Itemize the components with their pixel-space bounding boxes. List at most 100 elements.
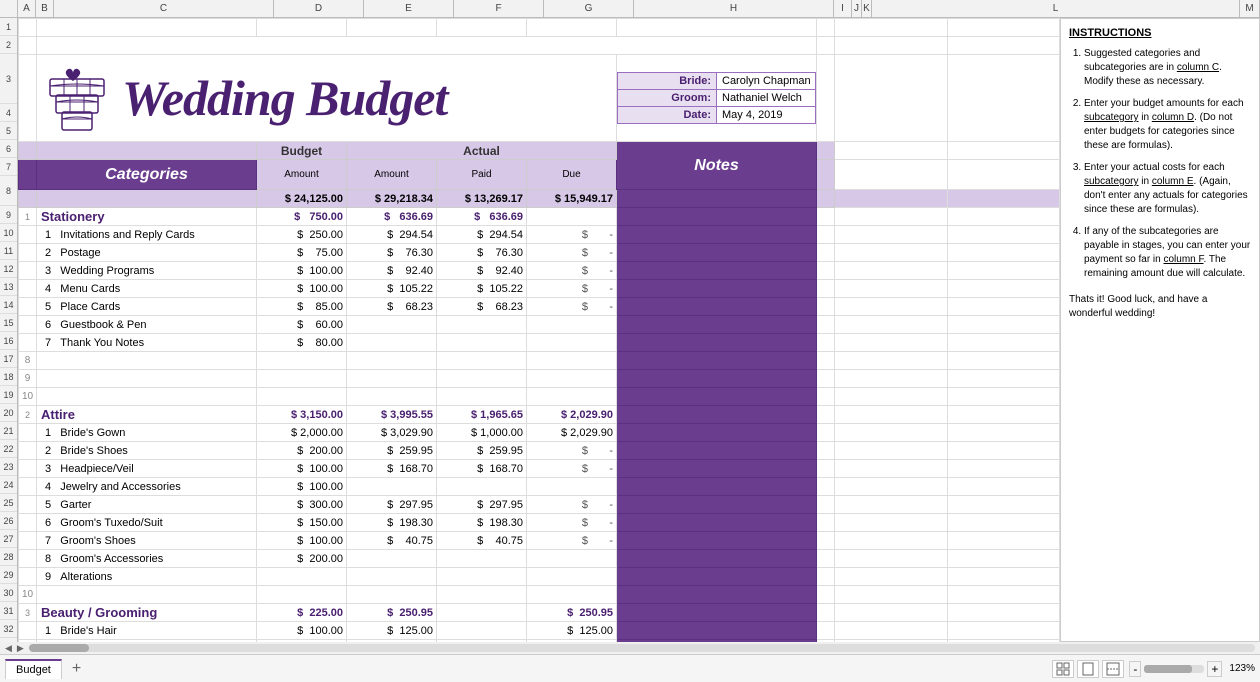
row-25: 25 [0, 494, 17, 512]
scroll-left-arrow[interactable]: ◀ [5, 643, 12, 654]
grand-total-row: $ 24,125.00 $ 29,218.34 $ 13,269.17 $ 15… [19, 190, 1060, 208]
row-5: 5 [0, 122, 17, 140]
row-31: 31 [0, 602, 17, 620]
horizontal-scrollbar[interactable]: ◀ ▶ [0, 642, 1260, 654]
zoom-in-button[interactable]: + [1207, 661, 1222, 677]
item-tuxedo: 6 Groom's Tuxedo/Suit $ 150.00 $ 198.30 … [19, 514, 1060, 532]
instruction-2: Enter your budget amounts for each subca… [1084, 97, 1251, 153]
instruction-4: If any of the subcategories are payable … [1084, 225, 1251, 281]
paid-header: Paid [437, 160, 527, 190]
item-alterations: 9 Alterations [19, 568, 1060, 586]
bottom-bar: Budget + - + 123% [0, 654, 1260, 682]
col-header-k: K [862, 0, 872, 17]
spreadsheet-container: A B C D E F G H I J K L M 1 2 3 4 5 6 7 … [0, 0, 1260, 682]
notes-header: Notes [617, 142, 817, 190]
scroll-right-arrow[interactable]: ▶ [17, 643, 24, 654]
beauty-title: Beauty / Grooming [37, 604, 257, 622]
date-label: Date: [618, 107, 717, 124]
row-9: 9 [0, 206, 17, 224]
spreadsheet-content: Wedding Budget Bride: Carolyn Chapman Gr… [18, 18, 1060, 642]
col-header-m: M [1240, 0, 1260, 17]
row-26: 26 [0, 512, 17, 530]
row-6: 6 [0, 140, 17, 158]
col-header-i: I [834, 0, 852, 17]
normal-view-button[interactable] [1052, 660, 1074, 678]
item-grooms-shoes: 7 Groom's Shoes $ 100.00 $ 40.75 $ 40.75… [19, 532, 1060, 550]
main-table: Wedding Budget Bride: Carolyn Chapman Gr… [18, 18, 1060, 642]
categories-header: Categories [37, 160, 257, 190]
row-7-budget-headers: Budget Actual Notes [19, 142, 1060, 160]
main-area: 1 2 3 4 5 6 7 8 9 10 11 12 13 14 15 16 1… [0, 18, 1260, 642]
groom-label: Groom: [618, 90, 717, 107]
budget-amount-header: Amount [257, 160, 347, 190]
item-postage: 2 Postage $ 75.00 $ 76.30 $ 76.30 $ - [19, 244, 1060, 262]
row-22: 22 [0, 440, 17, 458]
scroll-track[interactable] [29, 644, 1255, 652]
item-brides-makeup: 2 Bride's Makeup $ 75.00 $ 80.00 $ 80.00 [19, 640, 1060, 643]
row-31-empty: 10 [19, 586, 1060, 604]
instruction-3: Enter your actual costs for each subcate… [1084, 161, 1251, 217]
row-title: Wedding Budget Bride: Carolyn Chapman Gr… [19, 55, 1060, 142]
col-header-h: H [634, 0, 834, 17]
row-16: 16 [0, 332, 17, 350]
row-30: 30 [0, 584, 17, 602]
page-layout-button[interactable] [1077, 660, 1099, 678]
row-27: 27 [0, 530, 17, 548]
bride-label: Bride: [618, 73, 717, 90]
actual-amount-header: Amount [347, 160, 437, 190]
beauty-total-row: 3 Beauty / Grooming $ 225.00 $ 250.95 $ … [19, 604, 1060, 622]
due-header: Due [527, 160, 617, 190]
col-header-a: A [18, 0, 36, 17]
row-13: 13 [0, 278, 17, 296]
attire-title: Attire [37, 406, 257, 424]
col-header-l: L [872, 0, 1240, 17]
stationery-actual: $ 636.69 [347, 208, 437, 226]
col-header-f: F [454, 0, 544, 17]
stationery-budget: $ 750.00 [257, 208, 347, 226]
date-value[interactable]: May 4, 2019 [717, 107, 816, 124]
zoom-area: - + 123% [1129, 661, 1255, 677]
zoom-slider[interactable] [1144, 665, 1204, 673]
item-programs: 3 Wedding Programs $ 100.00 $ 92.40 $ 92… [19, 262, 1060, 280]
item-invitations: 1 Invitations and Reply Cards $ 250.00 $… [19, 226, 1060, 244]
row-29: 29 [0, 566, 17, 584]
col-header-g: G [544, 0, 634, 17]
stationery-total-row: 1 Stationery $ 750.00 $ 636.69 $ 636.69 [19, 208, 1060, 226]
bride-value[interactable]: Carolyn Chapman [717, 73, 816, 90]
item-menu-cards: 4 Menu Cards $ 100.00 $ 105.22 $ 105.22 … [19, 280, 1060, 298]
column-headers: A B C D E F G H I J K L M [0, 0, 1260, 18]
grand-total-actual: $ 29,218.34 [347, 190, 437, 208]
row-1: 1 [0, 18, 17, 36]
add-sheet-button[interactable]: + [67, 660, 86, 678]
row-20: 20 [0, 404, 17, 422]
page-break-button[interactable] [1102, 660, 1124, 678]
stationery-paid: $ 636.69 [437, 208, 527, 226]
row-8: 8 [0, 176, 17, 206]
scroll-thumb[interactable] [29, 644, 89, 652]
row-14: 14 [0, 296, 17, 314]
row-23: 23 [0, 458, 17, 476]
groom-value[interactable]: Nathaniel Welch [717, 90, 816, 107]
col-header-b: B [36, 0, 54, 17]
wedding-title: Wedding Budget [122, 69, 447, 127]
zoom-out-button[interactable]: - [1129, 661, 1141, 677]
item-guestbook: 6 Guestbook & Pen $ 60.00 [19, 316, 1060, 334]
attire-total-row: 2 Attire $ 3,150.00 $ 3,995.55 $ 1,965.6… [19, 406, 1060, 424]
item-headpiece: 3 Headpiece/Veil $ 100.00 $ 168.70 $ 168… [19, 460, 1060, 478]
row-18: 18 [0, 368, 17, 386]
budget-sheet-tab[interactable]: Budget [5, 659, 62, 679]
stationery-title: Stationery [37, 208, 257, 226]
cake-icon [42, 57, 112, 140]
row-2: 2 [0, 36, 17, 54]
row-4: 4 [0, 104, 17, 122]
budget-header: Budget [257, 142, 347, 160]
item-brides-gown: 1 Bride's Gown $ 2,000.00 $ 3,029.90 $ 1… [19, 424, 1060, 442]
notes-panel: INSTRUCTIONS Suggested categories and su… [1060, 18, 1260, 642]
item-jewelry: 4 Jewelry and Accessories $ 100.00 [19, 478, 1060, 496]
col-header-c: C [54, 0, 274, 17]
row-18-empty: 8 [19, 352, 1060, 370]
col-header-corner [0, 0, 18, 17]
bride-groom-table: Bride: Carolyn Chapman Groom: Nathaniel … [617, 72, 816, 124]
instructions-list: Suggested categories and subcategories a… [1069, 47, 1251, 281]
item-grooms-accessories: 8 Groom's Accessories $ 200.00 [19, 550, 1060, 568]
